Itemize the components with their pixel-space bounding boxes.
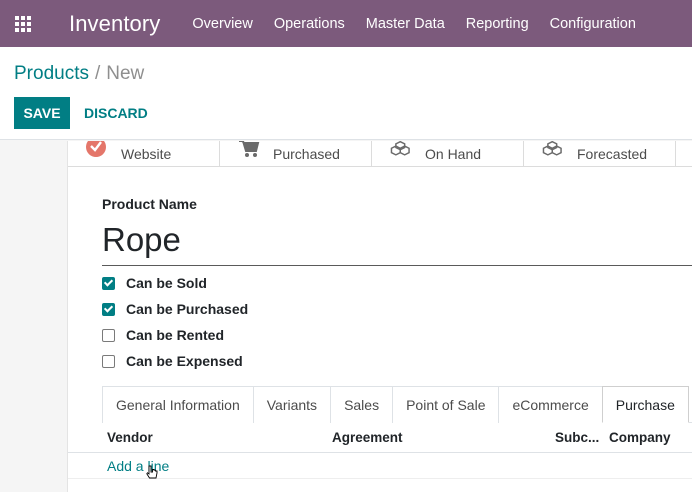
can-be-expensed-option[interactable]: Can be Expensed: [102, 351, 243, 371]
cubes-icon: [390, 141, 410, 156]
menu-operations[interactable]: Operations: [274, 16, 345, 32]
add-a-line-link[interactable]: Add a line: [107, 458, 169, 474]
can-be-purchased-label: Can be Purchased: [126, 301, 249, 317]
top-navbar: Inventory Overview Operations Master Dat…: [0, 0, 692, 47]
menu-master-data[interactable]: Master Data: [366, 16, 445, 32]
discard-button[interactable]: DISCARD: [84, 97, 148, 129]
on-hand-smart-button-label: On Hand: [425, 146, 482, 162]
column-subcontractor[interactable]: Subc...: [555, 430, 599, 445]
menu-configuration[interactable]: Configuration: [550, 16, 636, 32]
cart-icon: [239, 141, 260, 157]
tab-point-of-sale[interactable]: Point of Sale: [392, 386, 500, 423]
globe-icon: [86, 141, 106, 157]
can-be-purchased-checkbox[interactable]: [102, 302, 115, 316]
website-smart-button-label: Website: [121, 146, 172, 162]
column-agreement[interactable]: Agreement: [332, 430, 403, 445]
forecasted-smart-button-label: Forecasted: [577, 146, 648, 162]
tab-general-information[interactable]: General Information: [102, 386, 254, 423]
tab-variants[interactable]: Variants: [252, 386, 332, 423]
can-be-sold-option[interactable]: Can be Sold: [102, 273, 207, 293]
can-be-expensed-checkbox[interactable]: [102, 354, 115, 368]
website-smart-button[interactable]: Website: [68, 141, 220, 167]
product-name-value: Rope: [102, 221, 181, 258]
column-company[interactable]: Company: [609, 430, 671, 445]
product-name-input[interactable]: Rope: [102, 217, 692, 266]
forecasted-smart-button[interactable]: Forecasted: [524, 141, 676, 167]
tab-ecommerce[interactable]: eCommerce: [498, 386, 603, 423]
purchased-smart-button-label: Purchased: [273, 146, 340, 162]
purchased-smart-button[interactable]: Purchased: [220, 141, 372, 167]
tab-sales[interactable]: Sales: [330, 386, 394, 423]
can-be-purchased-option[interactable]: Can be Purchased: [102, 299, 248, 319]
tab-purchase[interactable]: Purchase: [601, 386, 689, 423]
breadcrumb-separator: /: [94, 63, 101, 84]
menu-overview[interactable]: Overview: [192, 16, 252, 32]
app-title[interactable]: Inventory: [69, 11, 160, 37]
can-be-expensed-label: Can be Expensed: [126, 353, 243, 369]
can-be-sold-checkbox[interactable]: [102, 276, 115, 290]
column-vendor[interactable]: Vendor: [107, 430, 153, 445]
can-be-sold-label: Can be Sold: [126, 275, 207, 291]
can-be-rented-option[interactable]: Can be Rented: [102, 325, 224, 345]
vendor-table-header: Vendor Agreement Subc... Company: [68, 423, 692, 453]
breadcrumb: Products / New: [14, 63, 144, 85]
breadcrumb-products-link[interactable]: Products: [14, 63, 89, 85]
product-name-label: Product Name: [102, 196, 197, 212]
can-be-rented-checkbox[interactable]: [102, 328, 115, 342]
control-panel: Products / New SAVE DISCARD: [0, 47, 692, 140]
apps-menu-icon[interactable]: [0, 0, 46, 47]
menu-reporting[interactable]: Reporting: [466, 16, 529, 32]
smart-buttons: Website Purchased On Hand Forecasted: [68, 141, 692, 167]
hand-pointer-icon: [146, 465, 158, 479]
breadcrumb-current: New: [106, 63, 145, 84]
form-sheet: Website Purchased On Hand Forecasted Pro…: [67, 141, 692, 492]
notebook-tabs: General Information Variants Sales Point…: [102, 386, 692, 423]
table-row: Add a line: [68, 453, 692, 479]
save-button[interactable]: SAVE: [14, 97, 70, 129]
cubes-icon: [542, 141, 562, 156]
can-be-rented-label: Can be Rented: [126, 327, 225, 343]
on-hand-smart-button[interactable]: On Hand: [372, 141, 524, 167]
